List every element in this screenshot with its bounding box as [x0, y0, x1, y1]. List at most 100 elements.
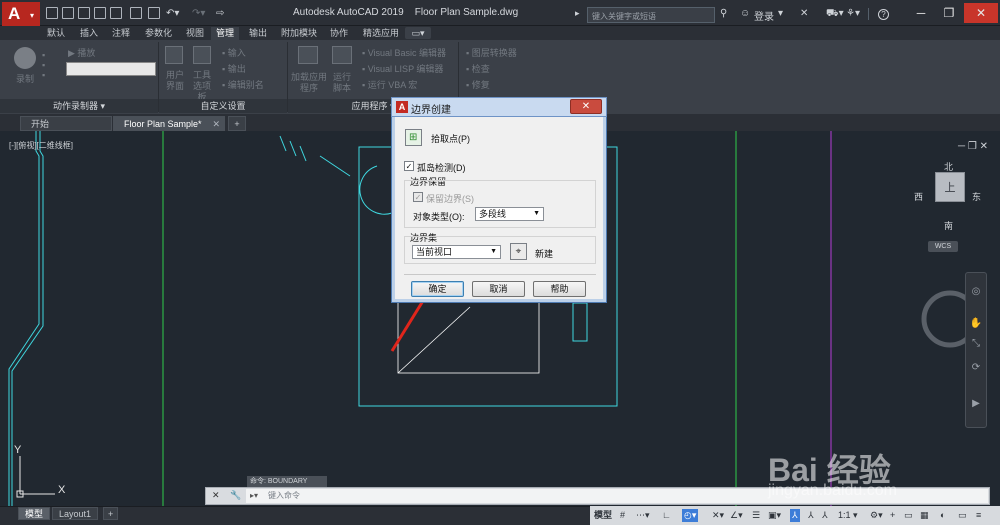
add-layout-button[interactable]: + — [103, 507, 119, 520]
model-space-button[interactable]: 模型 — [594, 509, 612, 522]
plot-icon[interactable] — [148, 7, 160, 19]
search-expand-icon[interactable]: ▸ — [575, 8, 580, 19]
group-customization[interactable]: 自定义设置 — [159, 99, 287, 113]
action-macro-select[interactable] — [66, 62, 156, 76]
import-button[interactable]: ▪ 输入 — [222, 46, 246, 59]
isolate-icon[interactable]: ◐ — [940, 509, 945, 522]
viewcube[interactable]: 上 — [935, 172, 965, 202]
tab-addins[interactable]: 附加模块 — [276, 27, 322, 40]
lineweight-icon[interactable]: ☰ — [752, 509, 760, 522]
scale-button[interactable]: 1:1 ▾ — [838, 509, 858, 522]
annotation-visibility-icon[interactable]: ⅄ — [790, 509, 800, 522]
ribbon-toggle-icon[interactable]: ▭▾ — [405, 27, 431, 39]
open-web-icon[interactable] — [110, 7, 122, 19]
island-detection-checkbox[interactable]: ✓ — [404, 161, 414, 171]
object-type-select[interactable]: 多段线 ▼ — [475, 207, 544, 221]
edit-aliases-button[interactable]: ▪ 编辑别名 — [222, 78, 264, 91]
user-icon[interactable]: ☺ — [740, 8, 750, 19]
close-button[interactable]: ✕ — [964, 3, 998, 23]
tab-model[interactable]: 模型 — [18, 507, 51, 520]
load-application-icon[interactable] — [298, 46, 318, 64]
steering-wheel-icon[interactable]: ◎ — [969, 286, 983, 300]
ortho-icon[interactable]: ∟ — [662, 509, 671, 522]
save-icon[interactable] — [78, 7, 90, 19]
viewport-controls[interactable]: [-][俯视][二维线框] — [9, 140, 73, 151]
pan-icon[interactable]: ✋ — [969, 318, 983, 332]
binoculars-icon[interactable]: ⚲ — [720, 8, 727, 19]
compass-east[interactable]: 东 — [972, 190, 981, 203]
wrench-icon[interactable]: 🔧 — [230, 490, 241, 501]
record-icon[interactable] — [14, 47, 36, 69]
tab-output[interactable]: 输出 — [244, 27, 272, 40]
customization-menu-icon[interactable]: ≡ — [976, 509, 981, 522]
retain-boundaries-checkbox[interactable]: ✓ — [413, 192, 423, 202]
help-button[interactable]: 帮助 — [533, 281, 586, 297]
cancel-button[interactable]: 取消 — [472, 281, 525, 297]
layer-translator-button[interactable]: ▪ 图层转换器 — [466, 46, 517, 59]
workspace-icon[interactable]: ⚙▾ — [870, 509, 883, 522]
showmotion-icon[interactable]: ▶ — [969, 398, 983, 412]
a360-icon[interactable]: ⚘▾ — [846, 8, 860, 19]
ok-button[interactable]: 确定 — [411, 281, 464, 297]
hardware-accel-icon[interactable]: ▭ — [958, 509, 967, 522]
new-file-icon[interactable] — [46, 7, 58, 19]
vlisp-editor-button[interactable]: ▪ Visual LISP 编辑器 — [362, 62, 443, 75]
tool-palettes-icon[interactable] — [193, 46, 211, 64]
undo-icon[interactable]: ↶▾ — [166, 8, 179, 19]
group-action-recorder[interactable]: 动作录制器 ▾ — [0, 99, 158, 113]
chevron-down-icon[interactable]: ▾ — [778, 8, 783, 19]
dialog-close-button[interactable]: ✕ — [570, 99, 602, 114]
tab-collaborate[interactable]: 协作 — [325, 27, 353, 40]
tab-view[interactable]: 视图 — [181, 27, 209, 40]
restore-button[interactable]: ❐ — [936, 3, 962, 23]
boundary-set-select[interactable]: 当前视口 ▼ — [412, 245, 501, 259]
snap-icon[interactable]: ⋯▾ — [636, 509, 650, 522]
minimize-button[interactable]: ─ — [908, 3, 934, 23]
redo-icon[interactable]: ↷▾ — [192, 8, 205, 19]
check-button[interactable]: ▪ 检查 — [466, 62, 490, 75]
cart-icon[interactable]: ⛟▾ — [826, 8, 844, 21]
help-icon[interactable]: ? — [878, 9, 889, 20]
isodraft-icon[interactable]: ∠▾ — [730, 509, 743, 522]
tab-default[interactable]: 默认 — [42, 27, 70, 40]
tab-featured-apps[interactable]: 精选应用 — [358, 27, 404, 40]
open-file-icon[interactable] — [62, 7, 74, 19]
configure-button[interactable]: ▪ 修复 — [466, 78, 490, 91]
compass-west[interactable]: 西 — [914, 190, 923, 203]
grid-icon[interactable]: # — [620, 509, 625, 522]
save-web-icon[interactable] — [130, 7, 142, 19]
share-icon[interactable]: ⇨ — [216, 8, 224, 19]
exchange-icon[interactable]: ✕ — [800, 8, 808, 19]
search-input[interactable]: 键入关键字或短语 — [587, 7, 715, 23]
new-tab-button[interactable]: + — [228, 116, 246, 131]
close-icon[interactable]: ✕ — [212, 490, 220, 501]
vba-editor-button[interactable]: ▪ Visual Basic 编辑器 — [362, 46, 446, 59]
units-icon[interactable]: ▭ — [904, 509, 913, 522]
annotation-scale-icon[interactable]: ⅄ — [822, 509, 828, 522]
tab-parametric[interactable]: 参数化 — [140, 27, 177, 40]
annotation-monitor-icon[interactable]: + — [890, 509, 895, 522]
quick-properties-icon[interactable]: ▦ — [920, 509, 929, 522]
run-vba-macro-button[interactable]: ▪ 运行 VBA 宏 — [362, 78, 417, 91]
tab-manage[interactable]: 管理 — [211, 27, 240, 40]
tab-layout1[interactable]: Layout1 — [52, 507, 99, 520]
run-script-icon[interactable] — [332, 46, 352, 64]
save-as-icon[interactable] — [94, 7, 106, 19]
compass-north[interactable]: 北 — [944, 160, 953, 173]
compass-south[interactable]: 南 — [944, 219, 953, 232]
cui-icon[interactable] — [165, 46, 183, 64]
login-button[interactable]: 登录 — [754, 8, 774, 23]
transparency-icon[interactable]: ▣▾ — [768, 509, 781, 522]
osnap-icon[interactable]: ✕▾ — [712, 509, 724, 522]
play-button[interactable]: ▶ 播放 — [68, 46, 95, 59]
export-button[interactable]: ▪ 输出 — [222, 62, 246, 75]
new-boundary-set-button[interactable]: ⌖ — [510, 243, 527, 260]
pick-points-button[interactable]: ⊞ — [405, 129, 422, 146]
polar-icon[interactable]: ◴▾ — [682, 509, 699, 522]
tab-floor-plan[interactable]: Floor Plan Sample* ✕ — [113, 116, 225, 131]
orbit-icon[interactable]: ⟳ — [969, 362, 983, 376]
restore-viewport-icon[interactable]: ─ ❐ ✕ — [958, 141, 988, 152]
tab-start[interactable]: 开始 — [20, 116, 112, 131]
app-menu-button[interactable]: A ▾ — [2, 2, 40, 26]
wcs-menu[interactable]: WCS — [928, 241, 958, 252]
